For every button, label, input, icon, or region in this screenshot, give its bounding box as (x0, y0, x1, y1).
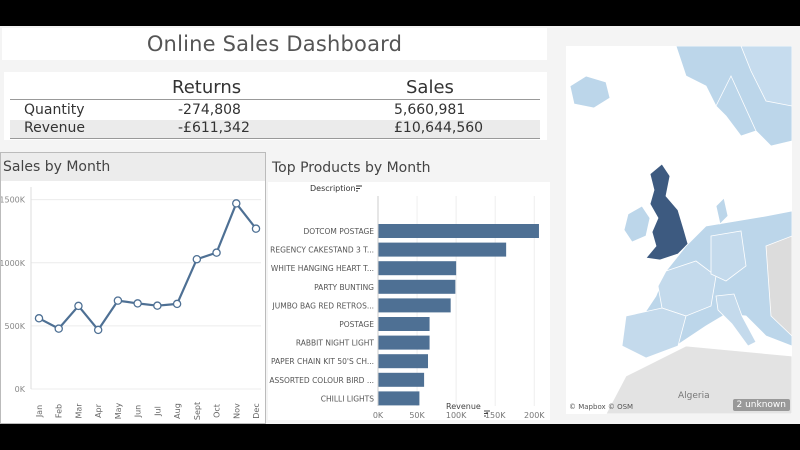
kpi-returns-value: -£611,342 (178, 120, 250, 136)
category-label: POSTAGE (339, 320, 374, 329)
sales-by-month-title: Sales by Month (3, 159, 111, 175)
europe-map[interactable]: Algeria (566, 46, 792, 414)
category-label: WHITE HANGING HEART T... (271, 264, 374, 273)
sales-point (54, 324, 63, 333)
top-products-title: Top Products by Month (272, 160, 431, 176)
sales-point (212, 248, 221, 257)
kpi-bottom-divider (10, 138, 540, 139)
category-label: ASSORTED COLOUR BIRD ... (269, 376, 374, 385)
product-bar (378, 279, 456, 294)
kpi-table[interactable]: Returns Sales Quantity -274,808 5,660,98… (4, 72, 547, 140)
sales-point (93, 325, 103, 335)
kpi-sales-value: 5,660,981 (394, 102, 466, 118)
category-label: REGENCY CAKESTAND 3 T... (270, 246, 374, 255)
kpi-row-revenue[interactable]: Revenue -£611,342 £10,644,560 (10, 120, 540, 138)
kpi-returns-value: -274,808 (178, 102, 241, 118)
x-tick-label: 50K (409, 411, 425, 420)
product-bar (378, 354, 429, 369)
y-tick-label: 0K (15, 385, 26, 394)
map-unknown-indicator[interactable]: 2 unknown (732, 399, 790, 411)
sales-point (74, 301, 83, 311)
map-attribution[interactable]: © Mapbox © OSM (569, 403, 633, 411)
top-products-chart[interactable]: Description0K 50K 100K 150K 200KDOTCOM POSTA… (268, 182, 550, 420)
x-tick-label: Apr (94, 403, 103, 418)
kpi-header-divider (10, 99, 540, 100)
description-header: Description (310, 184, 356, 193)
y-tick-label: 1000K (1, 259, 26, 268)
product-bar (378, 372, 425, 387)
dashboard-title: Online Sales Dashboard (146, 32, 403, 56)
kpi-header-returns: Returns (172, 77, 242, 98)
sales-by-month-chart[interactable]: 0K 500K 1000K 1500K Jan Feb Mar Apr May Jun Jul Aug… (1, 181, 265, 425)
kpi-row-quantity[interactable]: Quantity -274,808 5,660,981 (10, 102, 540, 120)
sales-line (38, 201, 257, 332)
x-tick-label: Aug (173, 403, 182, 419)
product-bar (378, 335, 430, 350)
top-products-panel[interactable]: Top Products by Month Description 0K 50K 10… (268, 152, 550, 420)
y-tick-label: 1500K (1, 196, 26, 205)
x-tick-label: Nov (232, 403, 241, 419)
kpi-row-label: Quantity (24, 102, 85, 118)
category-label: RABBIT NIGHT LIGHT (296, 339, 375, 348)
category-label: DOTCOM POSTAGE (303, 227, 374, 236)
x-tick-label: Feb (55, 404, 64, 418)
sales-point (133, 299, 142, 308)
category-label: JUMBO BAG RED RETROS... (272, 301, 374, 310)
sales-point (251, 224, 261, 233)
category-label: PARTY BUNTING (314, 283, 374, 292)
product-bar (378, 242, 507, 257)
kpi-sales-value: £10,644,560 (394, 120, 484, 136)
x-tick-label: May (114, 402, 123, 419)
x-tick-label: Sept (193, 402, 202, 420)
measure-label-holder (0, 0, 1, 1)
kpi-row-label: Revenue (24, 120, 85, 136)
category-label: CHILLI LIGHTS (321, 394, 374, 403)
y-tick-label: 500K (4, 322, 25, 331)
product-bar (378, 261, 457, 276)
sales-point (232, 199, 241, 208)
x-tick-label: 200K (524, 411, 545, 420)
sales-point (192, 254, 202, 264)
sales-point (113, 296, 123, 305)
sales-point (172, 299, 182, 309)
dashboard-canvas: Online Sales Dashboard Returns Sales Qua… (0, 26, 800, 424)
revenue-axis-label: Revenue (446, 402, 481, 411)
map-country-label: Algeria (678, 391, 710, 401)
x-tick-label: 0K (373, 411, 384, 420)
kpi-header-sales: Sales (406, 77, 454, 98)
x-tick-label: Dec (252, 403, 261, 418)
sales-map[interactable]: Algeria © Mapbox © OSM 2 unknown (566, 46, 792, 414)
x-tick-label: Jan (35, 405, 44, 418)
x-tick-label: 100K (446, 411, 467, 420)
x-tick-label: Jul (153, 406, 162, 417)
product-bar (378, 298, 451, 313)
product-bar (378, 224, 539, 238)
product-bar (378, 317, 430, 331)
sales-point (34, 314, 44, 323)
sales-by-month-panel[interactable]: Sales by Month 0K 500K 1000K 1500K Jan Feb Mar… (0, 152, 266, 424)
category-label: PAPER CHAIN KIT 50'S CH... (271, 357, 374, 366)
x-tick-label: Mar (74, 403, 83, 419)
sort-icon (356, 185, 362, 192)
revenue-sort-icon[interactable] (484, 402, 492, 417)
x-tick-label: Jun (134, 405, 143, 419)
x-tick-label: Oct (213, 404, 222, 418)
product-bar (378, 391, 420, 406)
dashboard-title-box: Online Sales Dashboard (2, 28, 547, 60)
sales-point (153, 301, 162, 310)
